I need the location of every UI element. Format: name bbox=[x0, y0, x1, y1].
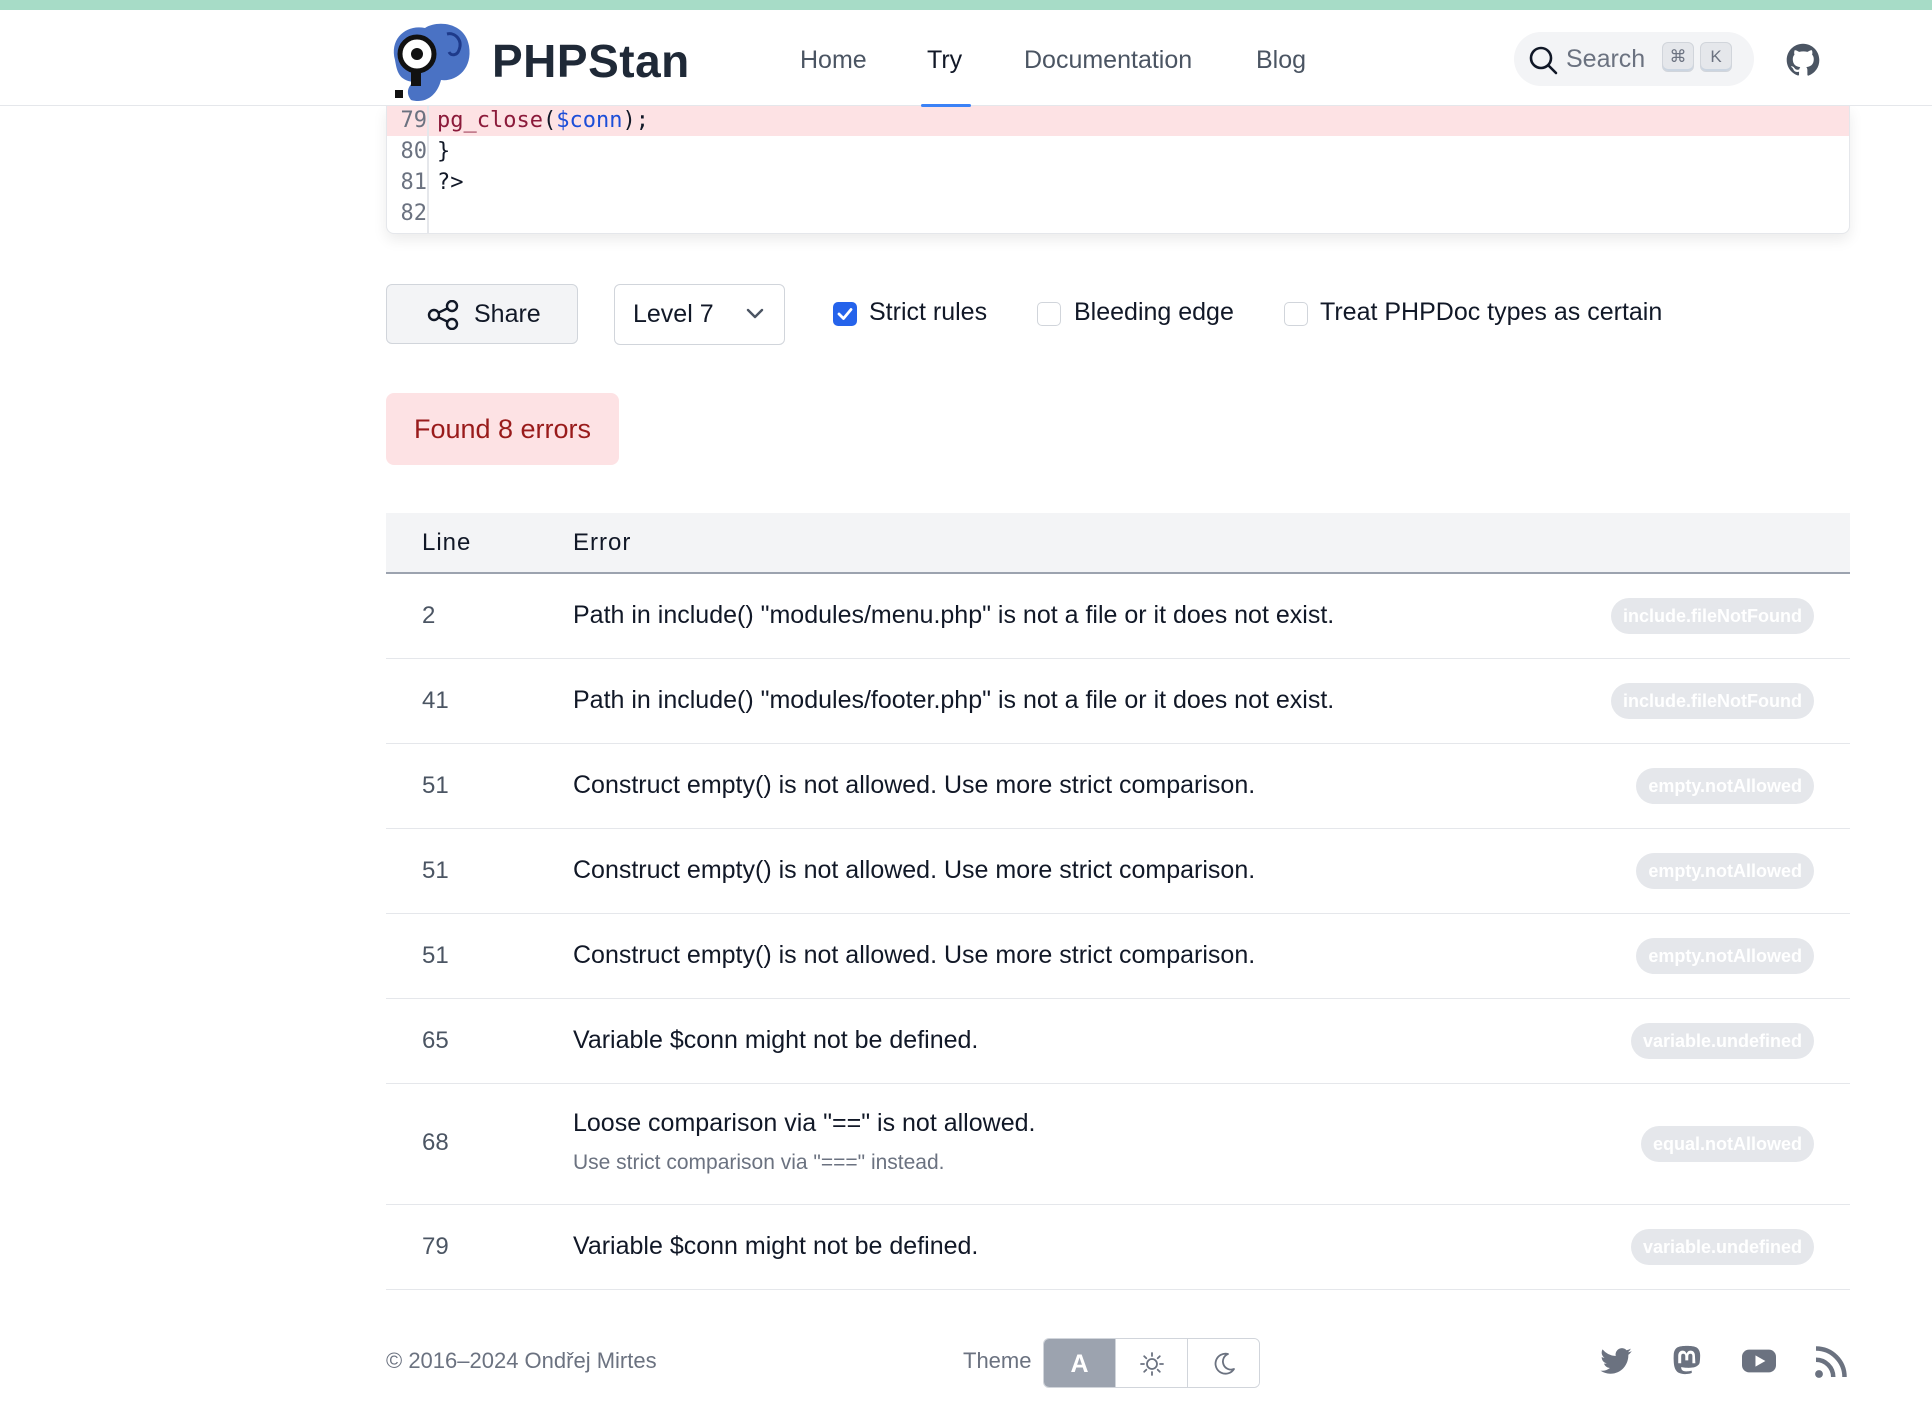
github-icon[interactable] bbox=[1786, 43, 1820, 77]
twitter-icon[interactable] bbox=[1599, 1344, 1633, 1378]
mastodon-icon[interactable] bbox=[1670, 1344, 1704, 1378]
error-line-number: 68 bbox=[422, 1129, 449, 1156]
nav-blog[interactable]: Blog bbox=[1256, 46, 1306, 75]
search-label: Search bbox=[1566, 45, 1646, 73]
column-header-line: Line bbox=[422, 529, 472, 556]
level-value: Level 7 bbox=[633, 300, 714, 328]
error-message: Variable $conn might not be defined. bbox=[573, 1026, 979, 1054]
share-label: Share bbox=[474, 300, 541, 328]
error-identifier-badge[interactable]: include.fileNotFound bbox=[1611, 683, 1814, 719]
checkmark-icon bbox=[837, 308, 853, 320]
error-identifier-badge[interactable]: equal.notAllowed bbox=[1640, 1126, 1814, 1162]
table-row: 51 Construct empty() is not allowed. Use… bbox=[386, 744, 1850, 829]
strict-rules-checkbox[interactable] bbox=[833, 302, 857, 326]
code-text: } bbox=[437, 139, 451, 164]
code-text: ?> bbox=[437, 170, 464, 195]
code-text: pg_close($conn); bbox=[437, 108, 649, 133]
treat-phpdoc-label[interactable]: Treat PHPDoc types as certain bbox=[1320, 298, 1662, 327]
error-message: Variable $conn might not be defined. bbox=[573, 1232, 979, 1260]
error-identifier-badge[interactable]: variable.undefined bbox=[1630, 1023, 1814, 1059]
code-line: 80 } bbox=[387, 137, 1849, 167]
error-identifier-badge[interactable]: include.fileNotFound bbox=[1611, 598, 1814, 634]
theme-light-button[interactable] bbox=[1116, 1339, 1188, 1387]
error-line-number: 51 bbox=[422, 942, 449, 969]
copyright: © 2016–2024 Ondřej Mirtes bbox=[386, 1348, 657, 1373]
code-editor[interactable]: 79 pg_close($conn); 80 } 81 ?> 82 bbox=[386, 106, 1850, 234]
nav-documentation[interactable]: Documentation bbox=[1024, 46, 1192, 75]
rss-icon[interactable] bbox=[1813, 1344, 1849, 1380]
theme-dark-button[interactable] bbox=[1188, 1339, 1259, 1387]
column-header-error: Error bbox=[573, 529, 632, 556]
error-message: Construct empty() is not allowed. Use mo… bbox=[573, 856, 1256, 884]
code-line-error: 79 pg_close($conn); bbox=[387, 106, 1849, 136]
nav-home[interactable]: Home bbox=[800, 46, 867, 75]
kbd-k: K bbox=[1700, 42, 1732, 72]
nav-try[interactable]: Try bbox=[927, 46, 962, 75]
code-line: 81 ?> bbox=[387, 168, 1849, 198]
error-line-number: 65 bbox=[422, 1027, 449, 1054]
error-message: Path in include() "modules/footer.php" i… bbox=[573, 686, 1335, 714]
code-gutter-divider bbox=[427, 106, 429, 233]
error-line-number: 51 bbox=[422, 857, 449, 884]
table-row: 65 Variable $conn might not be defined. … bbox=[386, 999, 1850, 1084]
chevron-down-icon bbox=[746, 308, 764, 319]
bleeding-edge-label[interactable]: Bleeding edge bbox=[1074, 298, 1234, 327]
site-header: PHPStan Home Try Documentation Blog Sear… bbox=[0, 10, 1932, 107]
youtube-icon[interactable] bbox=[1740, 1344, 1778, 1378]
error-message: Loose comparison via "==" is not allowed… bbox=[573, 1109, 1036, 1137]
search-button[interactable]: Search ⌘ K bbox=[1514, 32, 1754, 86]
error-line-number: 79 bbox=[422, 1233, 449, 1260]
error-identifier-badge[interactable]: empty.notAllowed bbox=[1636, 853, 1814, 889]
theme-auto-button[interactable]: A bbox=[1044, 1339, 1116, 1387]
moon-icon bbox=[1214, 1352, 1235, 1375]
error-identifier-badge[interactable]: variable.undefined bbox=[1630, 1229, 1814, 1265]
error-message: Path in include() "modules/menu.php" is … bbox=[573, 601, 1335, 629]
error-tip: Use strict comparison via "===" instead. bbox=[573, 1151, 945, 1174]
line-number: 79 bbox=[400, 108, 428, 133]
error-line-number: 2 bbox=[422, 602, 436, 629]
theme-switcher: A bbox=[1043, 1338, 1260, 1388]
treat-phpdoc-checkbox[interactable] bbox=[1284, 302, 1308, 326]
phpstan-elephant-logo-icon[interactable] bbox=[385, 20, 473, 106]
table-row: 79 Variable $conn might not be defined. … bbox=[386, 1205, 1850, 1290]
error-line-number: 41 bbox=[422, 687, 449, 714]
error-line-number: 51 bbox=[422, 772, 449, 799]
table-row: 51 Construct empty() is not allowed. Use… bbox=[386, 829, 1850, 914]
error-message: Construct empty() is not allowed. Use mo… bbox=[573, 941, 1256, 969]
theme-label: Theme bbox=[963, 1348, 1032, 1373]
line-number: 80 bbox=[400, 139, 428, 164]
search-icon bbox=[1529, 46, 1558, 75]
bleeding-edge-checkbox[interactable] bbox=[1037, 302, 1061, 326]
code-line: 82 bbox=[387, 199, 1849, 229]
active-nav-indicator bbox=[921, 104, 971, 107]
table-row: 68 Loose comparison via "==" is not allo… bbox=[386, 1084, 1850, 1205]
share-icon bbox=[427, 300, 459, 330]
brand-name[interactable]: PHPStan bbox=[492, 34, 690, 88]
top-accent-strip bbox=[0, 0, 1932, 10]
share-button[interactable]: Share bbox=[386, 284, 578, 344]
level-select[interactable]: Level 7 bbox=[614, 284, 785, 345]
error-identifier-badge[interactable]: empty.notAllowed bbox=[1636, 938, 1814, 974]
sun-icon bbox=[1140, 1352, 1164, 1376]
strict-rules-label[interactable]: Strict rules bbox=[869, 298, 987, 327]
kbd-command: ⌘ bbox=[1662, 42, 1694, 72]
table-row: 51 Construct empty() is not allowed. Use… bbox=[386, 914, 1850, 999]
line-number: 82 bbox=[400, 201, 428, 226]
error-count-banner: Found 8 errors bbox=[386, 393, 619, 465]
errors-table-header: Line Error bbox=[386, 513, 1850, 574]
error-identifier-badge[interactable]: empty.notAllowed bbox=[1636, 768, 1814, 804]
error-message: Construct empty() is not allowed. Use mo… bbox=[573, 771, 1256, 799]
table-row: 41 Path in include() "modules/footer.php… bbox=[386, 659, 1850, 744]
line-number: 81 bbox=[400, 170, 428, 195]
table-row: 2 Path in include() "modules/menu.php" i… bbox=[386, 574, 1850, 659]
